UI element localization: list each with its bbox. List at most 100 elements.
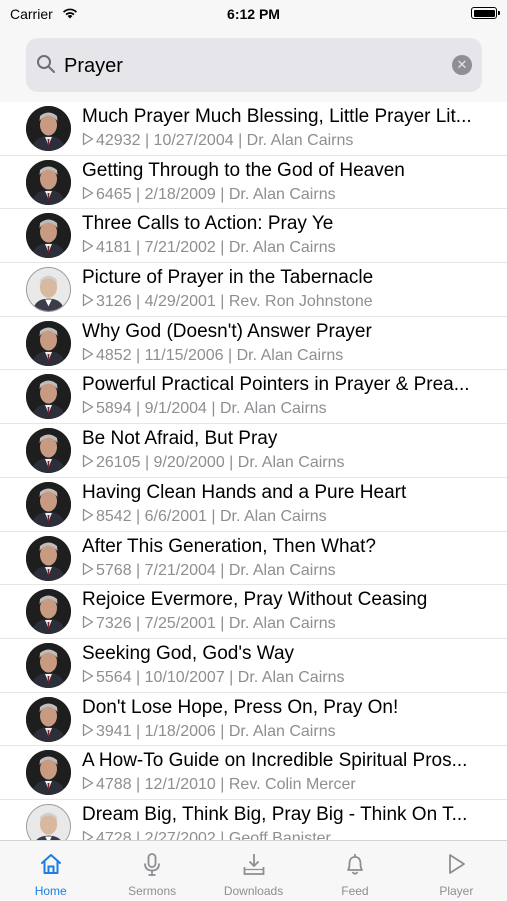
- sermon-meta: 5894 | 9/1/2004 | Dr. Alan Cairns: [82, 400, 507, 419]
- sermon-date: 6/6/2001: [144, 507, 207, 525]
- battery-icon: [471, 7, 500, 19]
- sermon-row[interactable]: Dream Big, Think Big, Pray Big - Think O…: [0, 800, 507, 840]
- sermon-row[interactable]: Powerful Practical Pointers in Prayer & …: [0, 370, 507, 425]
- play-count: 42932: [96, 132, 141, 149]
- speaker-name: Dr. Alan Cairns: [236, 346, 344, 364]
- meta-separator: |: [131, 829, 145, 840]
- play-count-icon: [82, 347, 94, 366]
- play-count: 5894: [96, 400, 132, 418]
- sermon-date: 9/20/2000: [153, 454, 225, 472]
- sermon-title: Much Prayer Much Blessing, Little Prayer…: [82, 106, 472, 127]
- play-count: 5564: [96, 668, 132, 686]
- speaker-name: Dr. Alan Cairns: [219, 507, 327, 525]
- sermon-meta: 6465 | 2/18/2009 | Dr. Alan Cairns: [82, 186, 507, 205]
- play-count: 4788: [96, 776, 132, 794]
- speaker-name: Rev. Ron Johnstone: [228, 293, 373, 311]
- play-count-icon: [82, 293, 94, 312]
- meta-separator: |: [215, 829, 229, 840]
- download-icon: [241, 851, 267, 882]
- meta-separator: |: [215, 561, 229, 579]
- meta-separator: |: [206, 507, 220, 525]
- sermon-meta: 26105 | 9/20/2000 | Dr. Alan Cairns: [82, 454, 507, 473]
- sermon-title: Getting Through to the God of Heaven: [82, 159, 405, 181]
- play-count: 8542: [96, 507, 132, 525]
- meta-separator: |: [223, 346, 237, 364]
- speaker-name: Dr. Alan Cairns: [228, 185, 336, 203]
- speaker-avatar: [26, 106, 71, 151]
- sermon-title: Why God (Doesn't) Answer Prayer: [82, 320, 372, 342]
- sermon-list: Much Prayer Much Blessing, Little Prayer…: [0, 102, 507, 840]
- speaker-avatar: [26, 696, 71, 742]
- play-count-icon: [82, 508, 94, 527]
- sermon-row[interactable]: Getting Through to the God of Heaven 6465…: [0, 156, 507, 210]
- sermon-title: Seeking God, God's Way: [82, 642, 295, 664]
- meta-separator: |: [233, 132, 247, 149]
- speaker-name: Dr. Alan Cairns: [237, 668, 345, 686]
- speaker-name: Dr. Alan Cairns: [228, 722, 336, 740]
- sermon-row[interactable]: Having Clean Hands and a Pure Heart 8542 …: [0, 478, 507, 532]
- sermon-title: A How-To Guide on Incredible Spiritual P…: [82, 750, 468, 772]
- sermon-date: 7/21/2004: [144, 561, 216, 579]
- sermon-date: 4/29/2001: [144, 293, 216, 311]
- sermon-row[interactable]: Why God (Doesn't) Answer Prayer 4852 | 11…: [0, 317, 507, 371]
- sermon-row[interactable]: Much Prayer Much Blessing, Little Prayer…: [0, 102, 507, 156]
- sermon-row[interactable]: Rejoice Evermore, Pray Without Ceasing 73…: [0, 585, 507, 639]
- sermon-meta: 3941 | 1/18/2006 | Dr. Alan Cairns: [82, 723, 507, 742]
- meta-separator: |: [215, 722, 229, 740]
- meta-separator: |: [131, 346, 145, 364]
- microphone-icon: [139, 851, 165, 882]
- speaker-avatar: [26, 374, 71, 420]
- speaker-name: Dr. Alan Cairns: [237, 454, 345, 472]
- play-count-icon: [82, 723, 94, 742]
- sermon-row[interactable]: After This Generation, Then What? 5768 | …: [0, 532, 507, 586]
- clear-search-icon[interactable]: ✕: [452, 55, 472, 75]
- play-count-icon: [82, 186, 94, 205]
- speaker-avatar: [26, 750, 71, 796]
- search-bar: ✕: [0, 30, 507, 102]
- tab-sermons[interactable]: Sermons: [101, 841, 202, 901]
- sermon-date: 2/27/2002: [144, 829, 216, 840]
- sermon-meta: 42932 | 10/27/2004 | Dr. Alan Cairns: [82, 132, 507, 151]
- play-count: 4728: [96, 829, 132, 840]
- meta-separator: |: [131, 776, 145, 794]
- play-count: 3941: [96, 722, 132, 740]
- play-count-icon: [82, 615, 94, 634]
- sermon-row[interactable]: Don't Lose Hope, Press On, Pray On! 3941 …: [0, 693, 507, 747]
- tab-downloads[interactable]: Downloads: [203, 841, 304, 901]
- meta-separator: |: [131, 615, 145, 633]
- tab-home[interactable]: Home: [0, 841, 101, 901]
- sermon-title: Powerful Practical Pointers in Prayer & …: [82, 374, 470, 396]
- sermon-row[interactable]: Picture of Prayer in the Tabernacle 3126 …: [0, 263, 507, 317]
- speaker-name: Dr. Alan Cairns: [228, 615, 336, 633]
- play-icon: [443, 851, 469, 882]
- tab-bar: Home Sermons Downloads Feed Player: [0, 840, 507, 901]
- search-field[interactable]: ✕: [26, 38, 482, 92]
- tab-label: Feed: [341, 884, 369, 898]
- status-time: 6:12 PM: [227, 6, 280, 22]
- tab-label: Home: [34, 884, 67, 898]
- sermon-date: 1/18/2006: [144, 722, 216, 740]
- meta-separator: |: [131, 561, 145, 579]
- sermon-date: 10/10/2007: [144, 668, 225, 686]
- bell-icon: [342, 851, 368, 882]
- meta-separator: |: [131, 293, 145, 311]
- tab-player[interactable]: Player: [406, 841, 507, 901]
- play-count-icon: [82, 562, 94, 581]
- sermon-meta: 4728 | 2/27/2002 | Geoff Banister: [82, 830, 507, 840]
- speaker-avatar: [26, 267, 71, 313]
- sermon-meta: 4181 | 7/21/2002 | Dr. Alan Cairns: [82, 239, 507, 258]
- play-count-icon: [82, 776, 94, 795]
- meta-separator: |: [215, 185, 229, 203]
- tab-label: Player: [439, 884, 474, 898]
- play-count-icon: [82, 454, 94, 473]
- sermon-row[interactable]: Be Not Afraid, But Pray 26105 | 9/20/2000…: [0, 424, 507, 478]
- sermon-row[interactable]: Seeking God, God's Way 5564 | 10/10/2007 …: [0, 639, 507, 693]
- sermon-row[interactable]: Three Calls to Action: Pray Ye 4181 | 7/2…: [0, 209, 507, 264]
- search-input[interactable]: [62, 48, 446, 84]
- home-icon: [38, 851, 64, 882]
- sermon-title: Rejoice Evermore, Pray Without Ceasing: [82, 589, 428, 611]
- sermon-title: Dream Big, Think Big, Pray Big - Think O…: [82, 803, 468, 825]
- tab-feed[interactable]: Feed: [304, 841, 405, 901]
- sermon-title: Having Clean Hands and a Pure Heart: [82, 481, 407, 503]
- sermon-row[interactable]: A How-To Guide on Incredible Spiritual P…: [0, 746, 507, 800]
